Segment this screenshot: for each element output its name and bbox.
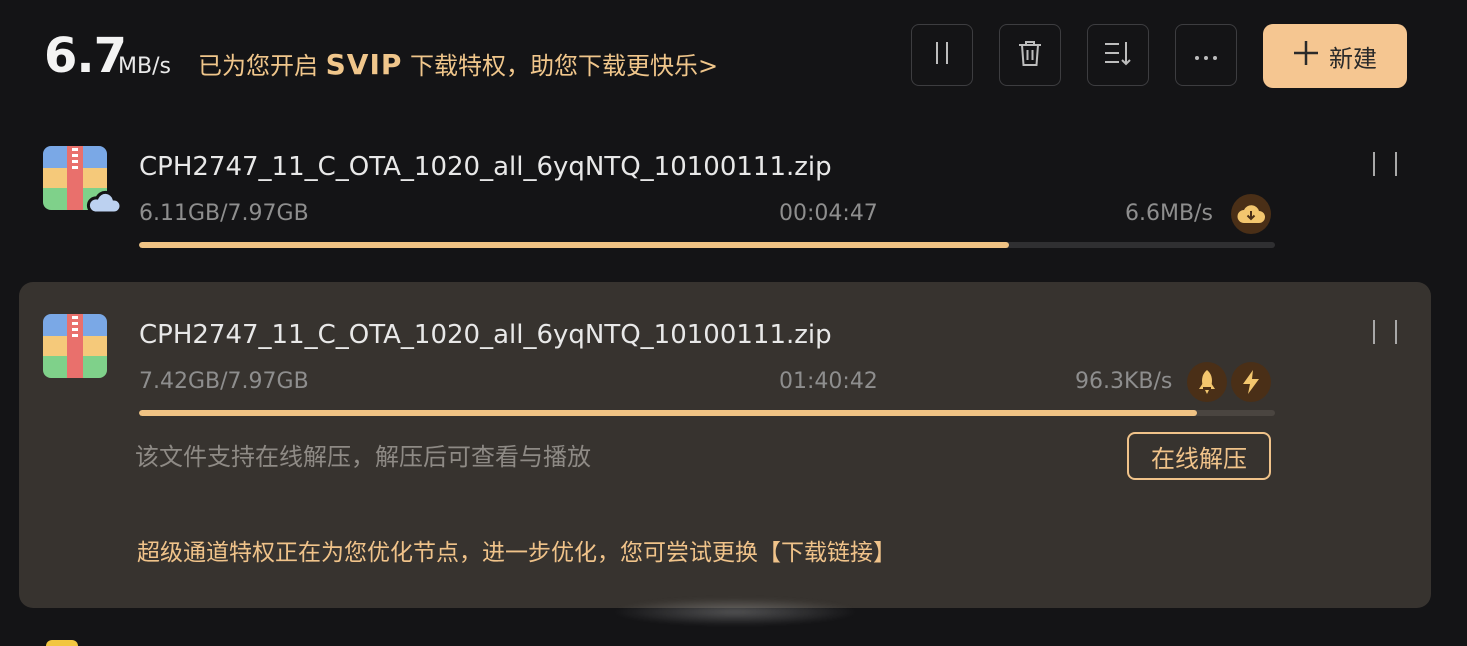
lightning-icon[interactable]	[1231, 362, 1271, 402]
more-icon	[1193, 46, 1219, 65]
next-file-icon-peek	[46, 640, 78, 646]
download-size-progress: 7.42GB/7.97GB	[139, 369, 309, 394]
download-progress-bar	[139, 410, 1275, 416]
sort-button[interactable]	[1087, 24, 1149, 86]
cloud-download-icon[interactable]	[1231, 194, 1271, 234]
svip-promo-link[interactable]: 已为您开启 SVIP 下载特权，助您下载更快乐>	[198, 48, 718, 83]
download-time-left: 01:40:42	[779, 369, 878, 394]
download-progress-bar	[139, 242, 1275, 248]
pause-icon	[1373, 152, 1375, 176]
download-time-left: 00:04:47	[779, 201, 878, 226]
download-file-name: CPH2747_11_C_OTA_1020_all_6yqNTQ_1010011…	[139, 320, 832, 350]
pause-download-button[interactable]	[1373, 320, 1397, 346]
pause-download-button[interactable]	[1373, 152, 1397, 178]
pause-all-icon	[931, 40, 953, 70]
download-speed: 6.6MB/s	[1125, 201, 1213, 226]
rocket-icon[interactable]	[1187, 362, 1227, 402]
zip-file-icon	[43, 314, 107, 378]
promo-suffix: 下载特权，助您下载更快乐>	[402, 52, 719, 80]
pause-icon	[1373, 320, 1375, 344]
online-unzip-button[interactable]: 在线解压	[1127, 432, 1271, 480]
new-download-button[interactable]: 新建	[1263, 24, 1407, 88]
download-speed: 96.3KB/s	[1075, 369, 1173, 394]
download-size-progress: 6.11GB/7.97GB	[139, 201, 309, 226]
new-download-label: 新建	[1329, 44, 1377, 73]
trash-icon	[1016, 38, 1044, 72]
pause-all-button[interactable]	[911, 24, 973, 86]
cloud-icon	[86, 184, 122, 220]
more-button[interactable]	[1175, 24, 1237, 86]
download-progress-fill	[139, 410, 1197, 416]
promo-prefix: 已为您开启	[198, 52, 326, 80]
delete-button[interactable]	[999, 24, 1061, 86]
plus-icon	[1293, 40, 1319, 70]
download-progress-fill	[139, 242, 1010, 248]
sort-icon	[1103, 39, 1133, 71]
online-unzip-hint: 该文件支持在线解压，解压后可查看与播放	[135, 443, 591, 471]
download-file-name: CPH2747_11_C_OTA_1020_all_6yqNTQ_1010011…	[139, 152, 832, 182]
total-speed-value: 6.7	[44, 28, 127, 84]
total-speed-unit: MB/s	[118, 54, 171, 79]
blurred-watermark	[610, 598, 860, 626]
download-manager: 6.7 MB/s 已为您开启 SVIP 下载特权，助您下载更快乐> 新建 CPH…	[0, 0, 1467, 646]
promo-svip: SVIP	[325, 48, 403, 81]
super-channel-tip[interactable]: 超级通道特权正在为您优化节点，进一步优化，您可尝试更换【下载链接】	[137, 536, 896, 570]
